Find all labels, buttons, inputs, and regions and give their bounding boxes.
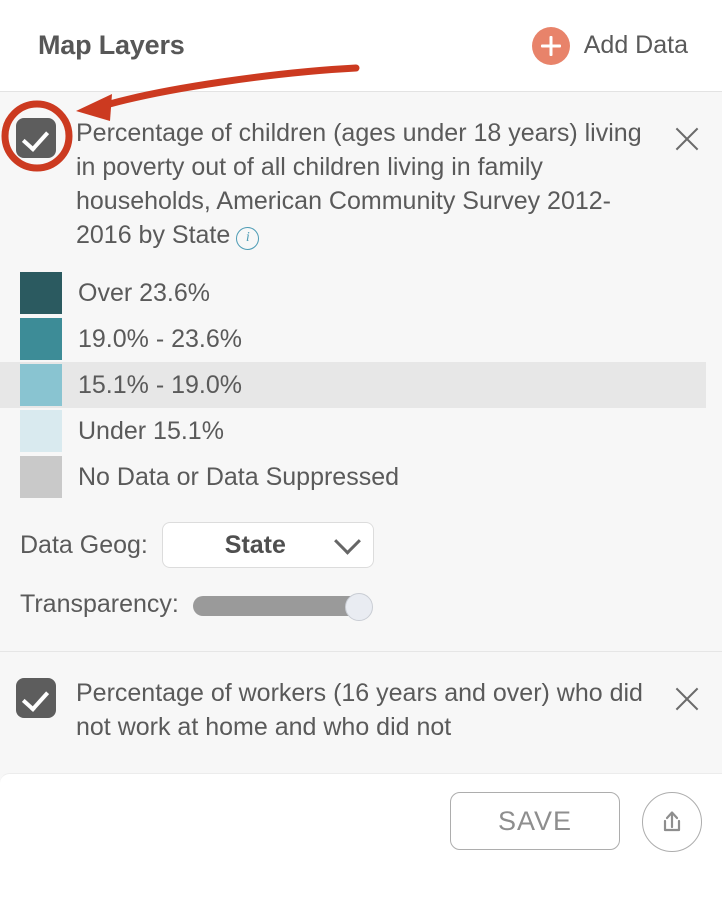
slider-thumb[interactable] (344, 592, 373, 621)
legend-swatch (20, 410, 62, 452)
info-circle-icon[interactable]: i (236, 227, 260, 250)
plus-circle-icon (531, 26, 570, 65)
legend-row[interactable]: 19.0% - 23.6% (0, 316, 706, 362)
slider-track (192, 595, 369, 616)
legend-label: 15.1% - 19.0% (78, 370, 242, 399)
data-geog-label: Data Geog: (20, 530, 148, 559)
data-geog-select[interactable]: State (161, 522, 374, 568)
layer-item-poverty: Percentage of children (ages under 18 ye… (0, 92, 722, 651)
panel-header: Map Layers Add Data (0, 0, 722, 92)
layer-1-close-icon[interactable] (670, 122, 704, 156)
legend-label: Over 23.6% (78, 278, 211, 307)
legend-label: No Data or Data Suppressed (78, 462, 400, 491)
legend-row[interactable]: 15.1% - 19.0% (0, 362, 706, 408)
legend-row[interactable]: Over 23.6% (0, 270, 706, 316)
layer-2-checkbox[interactable] (16, 678, 56, 718)
panel-footer: SAVE (0, 773, 722, 914)
legend-label: 19.0% - 23.6% (78, 324, 242, 353)
layer-1-title: Percentage of children (ages under 18 ye… (56, 116, 670, 252)
share-upload-icon (663, 811, 681, 832)
layer-header: Percentage of children (ages under 18 ye… (0, 116, 722, 252)
layer-header: Percentage of workers (16 years and over… (0, 676, 722, 744)
layer-1-legend: Over 23.6% 19.0% - 23.6% 15.1% - 19.0% U… (0, 270, 722, 500)
data-geog-value: State (224, 530, 286, 559)
layer-1-title-text: Percentage of children (ages under 18 ye… (76, 119, 642, 249)
layer-2-title: Percentage of workers (16 years and over… (76, 679, 643, 741)
layer-1-spacer (0, 619, 722, 651)
legend-swatch (20, 318, 62, 360)
share-button[interactable] (642, 792, 702, 852)
layers-list[interactable]: Percentage of children (ages under 18 ye… (0, 92, 722, 773)
map-layers-panel: Map Layers Add Data Percentage of childr… (0, 0, 722, 914)
add-data-button[interactable]: Add Data (531, 26, 688, 65)
add-data-label: Add Data (583, 31, 688, 59)
transparency-label: Transparency: (20, 590, 179, 618)
layer-1-checkbox[interactable] (16, 118, 56, 158)
legend-swatch (20, 364, 62, 406)
data-geog-control: Data Geog: State (0, 522, 722, 568)
legend-row[interactable]: Under 15.1% (0, 408, 706, 454)
chevron-down-icon (333, 527, 361, 555)
page-title: Map Layers (38, 30, 185, 60)
transparency-control: Transparency: (0, 590, 722, 621)
save-button[interactable]: SAVE (450, 792, 620, 850)
transparency-slider[interactable] (192, 592, 373, 621)
legend-row[interactable]: No Data or Data Suppressed (0, 454, 706, 500)
layer-2-close-icon[interactable] (670, 682, 704, 716)
legend-label: Under 15.1% (78, 416, 224, 445)
legend-swatch (20, 272, 62, 314)
layer-item-commute: Percentage of workers (16 years and over… (0, 651, 722, 744)
legend-swatch (20, 456, 62, 498)
